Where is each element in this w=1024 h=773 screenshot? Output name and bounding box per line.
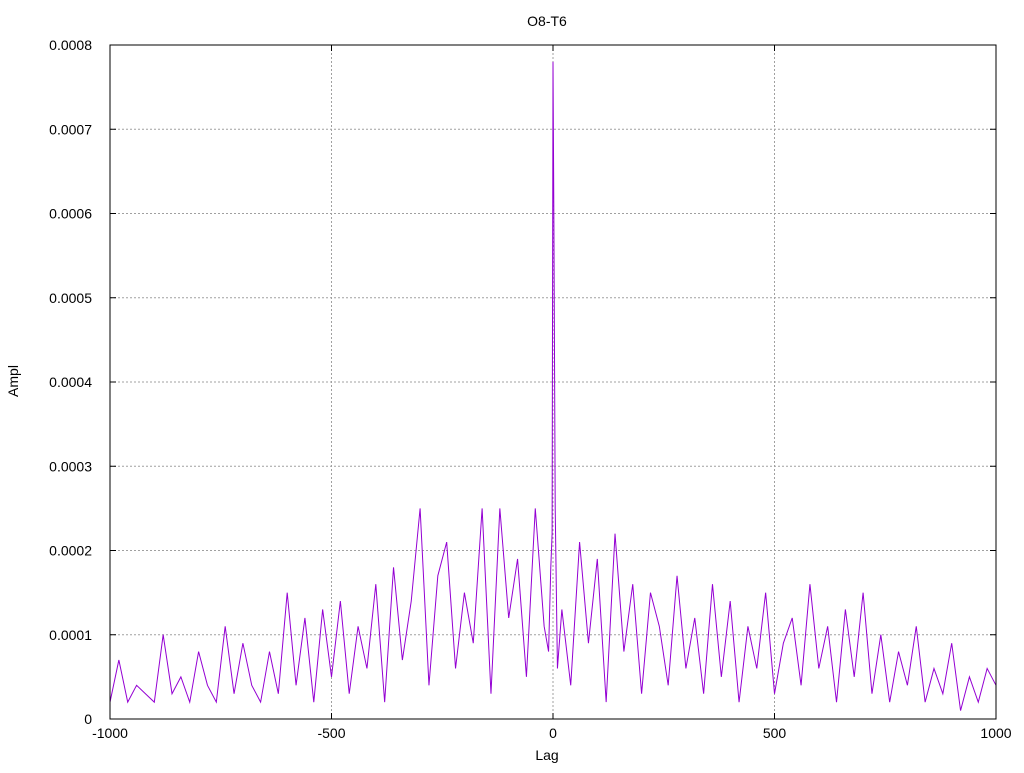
x-axis-label: Lag [535,747,558,763]
x-tick-label: 500 [763,725,787,741]
y-tick-label: 0 [84,711,92,727]
chart: O8-T6 Lag Ampl -1000 -500 0 500 1000 0 0.0001 0… [0,0,1024,768]
x-tick-label: 1000 [980,725,1011,741]
chart-title: O8-T6 [527,13,567,29]
ticks: -1000 -500 0 500 1000 0 0.0001 0.0002 0.0003 0.00… [49,37,1012,741]
y-tick-label: 0.0005 [49,290,92,306]
y-tick-label: 0.0006 [49,206,92,222]
y-tick-label: 0.0002 [49,543,92,559]
x-tick-label: -500 [317,725,345,741]
chart-svg: O8-T6 Lag Ampl -1000 -500 0 500 1000 0 0.0001 0… [5,13,1012,763]
y-tick-label: 0.0004 [49,374,92,390]
y-tick-label: 0.0007 [49,121,92,137]
x-tick-label: -1000 [92,725,128,741]
y-tick-label: 0.0008 [49,37,92,53]
x-tick-label: 0 [549,725,557,741]
y-tick-label: 0.0003 [49,458,92,474]
y-tick-label: 0.0001 [49,627,92,643]
y-axis-label: Ampl [5,365,21,397]
